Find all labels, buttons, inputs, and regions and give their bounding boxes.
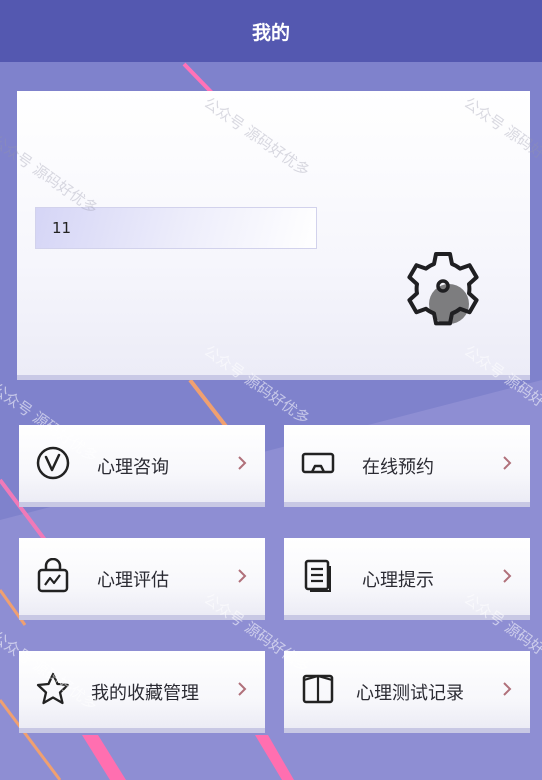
menu-item-label: 心理提示	[362, 570, 434, 591]
page-header: 我的	[0, 0, 542, 62]
menu-item-test-records[interactable]: 心理测试记录	[284, 651, 530, 733]
page-title: 我的	[251, 21, 290, 44]
menu-item-tips[interactable]: 心理提示	[284, 538, 530, 620]
menu-item-assessment[interactable]: 心理评估	[19, 538, 265, 620]
chevron-right-icon	[503, 569, 512, 583]
vr-headset-icon	[301, 452, 335, 474]
document-icon	[304, 559, 331, 592]
menu-item-label: 心理咨询	[97, 457, 169, 478]
menu-item-appointment[interactable]: 在线预约	[284, 425, 530, 507]
chevron-right-icon	[503, 682, 512, 696]
star-icon	[36, 672, 70, 705]
profile-card: 11	[17, 91, 530, 380]
chevron-right-icon	[238, 682, 247, 696]
clock-v-icon	[36, 446, 70, 480]
chevron-right-icon	[503, 456, 512, 470]
menu-item-label: 心理评估	[97, 570, 169, 591]
book-icon	[302, 674, 334, 704]
chevron-right-icon	[238, 569, 247, 583]
username-display: 11	[35, 207, 317, 249]
menu-item-favorites[interactable]: 我的收藏管理	[19, 651, 265, 733]
gear-icon[interactable]	[401, 246, 485, 330]
menu-item-label: 我的收藏管理	[91, 683, 199, 704]
bag-chart-icon	[37, 558, 69, 593]
menu-item-label: 心理测试记录	[356, 683, 464, 704]
menu-item-label: 在线预约	[362, 457, 434, 478]
menu-item-consultation[interactable]: 心理咨询	[19, 425, 265, 507]
chevron-right-icon	[238, 456, 247, 470]
